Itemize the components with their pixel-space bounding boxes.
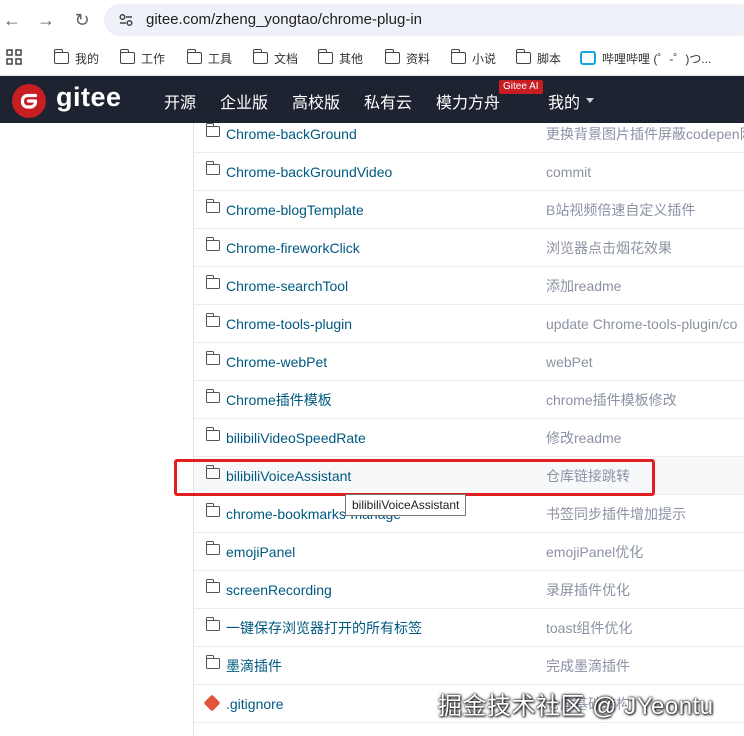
table-row[interactable]: chrome-bookmarks-manage 书签同步插件增加提示 bbox=[194, 495, 744, 533]
commit-message[interactable]: B站视频倍速自定义插件 bbox=[546, 191, 695, 229]
folder-icon bbox=[205, 351, 220, 365]
bookmark-folder[interactable]: 其他 bbox=[317, 48, 363, 68]
bookmark-folder[interactable]: 工作 bbox=[119, 48, 165, 68]
url-field[interactable]: gitee.com/zheng_yongtao/chrome-plug-in bbox=[104, 4, 744, 36]
commit-message[interactable]: 浏览器点击烟花效果 bbox=[546, 229, 672, 267]
table-row[interactable]: Chrome-searchTool 添加readme bbox=[194, 267, 744, 305]
file-name-link[interactable]: bilibiliVideoSpeedRate bbox=[226, 419, 366, 457]
file-name-link[interactable]: Chrome-backGroundVideo bbox=[226, 153, 392, 191]
reload-icon[interactable]: ↻ bbox=[70, 8, 94, 32]
bookmark-folder[interactable]: 我的 bbox=[53, 48, 99, 68]
commit-message[interactable]: 更换背景图片插件屏蔽codepen网 bbox=[546, 115, 744, 153]
folder-icon bbox=[450, 49, 466, 64]
file-name-link[interactable]: .gitignore bbox=[226, 685, 284, 723]
apps-grid-icon[interactable] bbox=[6, 49, 22, 65]
table-row[interactable]: Chrome-backGround 更换背景图片插件屏蔽codepen网 bbox=[194, 115, 744, 153]
bookmark-folder[interactable]: 脚本 bbox=[515, 48, 561, 68]
folder-icon bbox=[205, 237, 220, 251]
file-name-link[interactable]: 墨滴插件 bbox=[226, 647, 282, 685]
folder-icon bbox=[205, 617, 220, 631]
file-name-link[interactable]: emojiPanel bbox=[226, 533, 295, 571]
folder-icon bbox=[205, 427, 220, 441]
bookmark-bilibili[interactable]: 哔哩哔哩 (゜-゜)つ... bbox=[580, 48, 711, 68]
nav-education[interactable]: 高校版 bbox=[292, 89, 340, 113]
folder-icon bbox=[252, 49, 268, 64]
commit-message[interactable]: webPet bbox=[546, 343, 593, 381]
folder-icon bbox=[205, 655, 220, 669]
table-row[interactable]: Chrome-backGroundVideo commit bbox=[194, 153, 744, 191]
nav-open-source[interactable]: 开源 bbox=[164, 89, 196, 113]
file-name-link[interactable]: 一键保存浏览器打开的所有标签 bbox=[226, 609, 422, 647]
folder-icon bbox=[205, 541, 220, 555]
folder-icon bbox=[205, 389, 220, 403]
chevron-down-icon bbox=[586, 98, 594, 103]
commit-message[interactable]: emojiPanel优化 bbox=[546, 533, 643, 571]
commit-message[interactable]: 录屏插件优化 bbox=[546, 571, 630, 609]
file-name-link[interactable]: Chrome-tools-plugin bbox=[226, 305, 352, 343]
table-row[interactable]: Chrome-blogTemplate B站视频倍速自定义插件 bbox=[194, 191, 744, 229]
file-name-link[interactable]: Chrome-searchTool bbox=[226, 267, 348, 305]
gitee-ai-badge: Gitee AI bbox=[499, 80, 543, 94]
file-name-link[interactable]: Chrome-blogTemplate bbox=[226, 191, 364, 229]
commit-message[interactable]: 添加readme bbox=[546, 267, 621, 305]
bookmark-folder[interactable]: 小说 bbox=[450, 48, 496, 68]
table-row[interactable]: emojiPanel emojiPanel优化 bbox=[194, 533, 744, 571]
bookmarks-bar: 我的 工作 工具 文档 其他 资料 小说 脚本 哔哩哔哩 (゜-゜)つ... bbox=[0, 40, 744, 76]
bookmark-folder[interactable]: 资料 bbox=[384, 48, 430, 68]
folder-icon bbox=[384, 49, 400, 64]
folder-icon bbox=[205, 161, 220, 175]
file-list-area: Chrome-backGround 更换背景图片插件屏蔽codepen网 Chro… bbox=[0, 123, 744, 736]
forward-icon[interactable]: → bbox=[34, 8, 58, 32]
commit-message[interactable]: toast组件优化 bbox=[546, 609, 632, 647]
nav-enterprise[interactable]: 企业版 bbox=[220, 89, 268, 113]
folder-icon bbox=[205, 199, 220, 213]
folder-icon bbox=[205, 275, 220, 289]
commit-message[interactable]: update Chrome-tools-plugin/co bbox=[546, 305, 737, 343]
highlight-annotation bbox=[174, 459, 655, 496]
table-row[interactable]: Chrome-webPet webPet bbox=[194, 343, 744, 381]
table-row[interactable]: 一键保存浏览器打开的所有标签 toast组件优化 bbox=[194, 609, 744, 647]
table-row[interactable]: 墨滴插件 完成墨滴插件 bbox=[194, 647, 744, 685]
url-text: gitee.com/zheng_yongtao/chrome-plug-in bbox=[146, 11, 422, 28]
folder-icon bbox=[205, 579, 220, 593]
folder-icon bbox=[205, 123, 220, 137]
watermark: 掘金技术社区 @ JYeontu bbox=[438, 693, 714, 720]
nav-mine[interactable]: 我的 bbox=[548, 89, 580, 113]
bookmark-folder[interactable]: 工具 bbox=[186, 48, 232, 68]
folder-icon bbox=[205, 503, 220, 517]
git-file-icon bbox=[203, 694, 221, 712]
tooltip: bilibiliVoiceAssistant bbox=[345, 494, 467, 516]
file-name-link[interactable]: Chrome-webPet bbox=[226, 343, 327, 381]
nav-model-ark[interactable]: 模力方舟 bbox=[436, 89, 500, 113]
table-row[interactable]: Chrome插件模板 chrome插件模板修改 bbox=[194, 381, 744, 419]
file-name-link[interactable]: Chrome插件模板 bbox=[226, 381, 332, 419]
gitee-logo-text[interactable]: gitee bbox=[56, 82, 122, 113]
commit-message[interactable]: chrome插件模板修改 bbox=[546, 381, 677, 419]
back-icon[interactable]: ← bbox=[0, 8, 24, 32]
file-name-link[interactable]: screenRecording bbox=[226, 571, 332, 609]
file-name-link[interactable]: Chrome-fireworkClick bbox=[226, 229, 360, 267]
table-row[interactable]: Chrome-tools-plugin update Chrome-tools-p… bbox=[194, 305, 744, 343]
bilibili-icon bbox=[580, 51, 596, 65]
site-settings-icon[interactable] bbox=[118, 12, 134, 28]
folder-icon bbox=[515, 49, 531, 64]
table-row[interactable]: bilibiliVideoSpeedRate 修改readme bbox=[194, 419, 744, 457]
bookmark-folder[interactable]: 文档 bbox=[252, 48, 298, 68]
table-row[interactable]: Chrome-fireworkClick 浏览器点击烟花效果 bbox=[194, 229, 744, 267]
commit-message[interactable]: 完成墨滴插件 bbox=[546, 647, 630, 685]
nav-private-cloud[interactable]: 私有云 bbox=[364, 89, 412, 113]
folder-icon bbox=[119, 49, 135, 64]
folder-icon bbox=[186, 49, 202, 64]
folder-icon bbox=[205, 313, 220, 327]
file-name-link[interactable]: Chrome-backGround bbox=[226, 115, 357, 153]
commit-message[interactable]: 书签同步插件增加提示 bbox=[546, 495, 686, 533]
table-row[interactable]: screenRecording 录屏插件优化 bbox=[194, 571, 744, 609]
folder-icon bbox=[53, 49, 69, 64]
folder-icon bbox=[317, 49, 333, 64]
commit-message[interactable]: 修改readme bbox=[546, 419, 621, 457]
gitee-logo-icon[interactable] bbox=[12, 84, 46, 118]
commit-message[interactable]: commit bbox=[546, 153, 591, 191]
address-bar: ← → ↻ gitee.com/zheng_yongtao/chrome-plu… bbox=[0, 0, 744, 40]
